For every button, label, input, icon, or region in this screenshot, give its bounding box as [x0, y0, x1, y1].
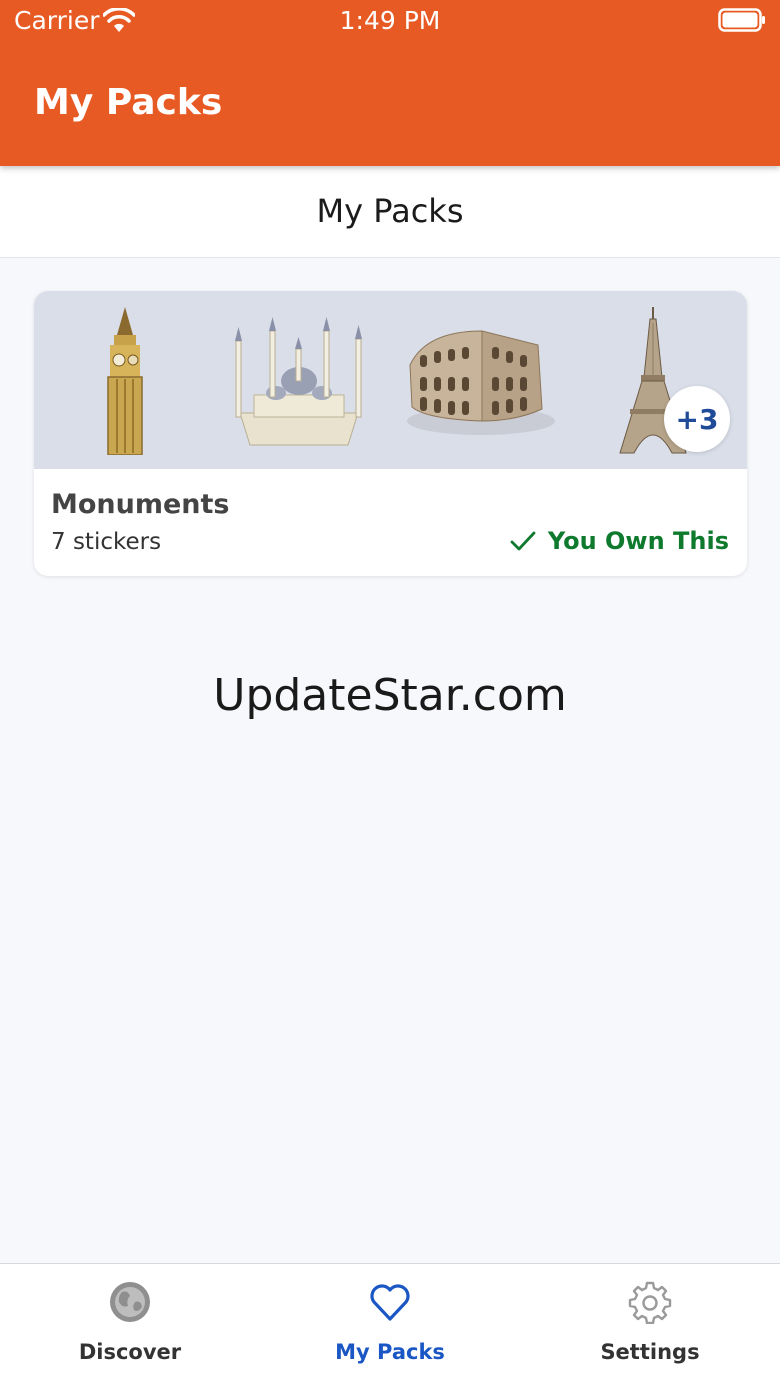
owned-status: You Own This [510, 527, 729, 555]
pack-banner: +3 [34, 291, 747, 469]
status-time: 1:49 PM [339, 6, 441, 35]
tab-bar: Discover My Packs Settings [0, 1263, 780, 1387]
big-ben-icon [100, 307, 150, 455]
watermark-text: UpdateStar.com [213, 670, 567, 721]
tab-label: Settings [600, 1340, 700, 1364]
colosseum-icon [406, 325, 556, 437]
heart-icon [370, 1284, 410, 1321]
tab-label: Discover [78, 1340, 182, 1364]
owned-label: You Own This [547, 527, 729, 555]
pack-name: Monuments [51, 489, 230, 520]
more-stickers-badge: +3 [664, 386, 730, 452]
header-title: My Packs [34, 82, 223, 123]
page-title: My Packs [316, 192, 464, 230]
battery-icon [718, 8, 765, 32]
checkmark-icon [510, 531, 536, 551]
sub-header: My Packs [0, 166, 780, 258]
tab-label: My Packs [335, 1340, 445, 1364]
globe-icon [110, 1282, 150, 1322]
tab-settings[interactable]: Settings [520, 1264, 780, 1387]
status-bar: Carrier 1:49 PM [0, 0, 780, 42]
app-header: Carrier 1:49 PM My Packs [0, 0, 780, 166]
tab-my-packs[interactable]: My Packs [260, 1264, 520, 1387]
pack-sticker-count: 7 stickers [51, 529, 162, 555]
gear-icon [628, 1281, 672, 1324]
mosque-icon [230, 313, 368, 449]
tab-discover[interactable]: Discover [0, 1264, 260, 1387]
pack-card-monuments[interactable]: +3 Monuments 7 stickers You Own This [34, 291, 747, 576]
